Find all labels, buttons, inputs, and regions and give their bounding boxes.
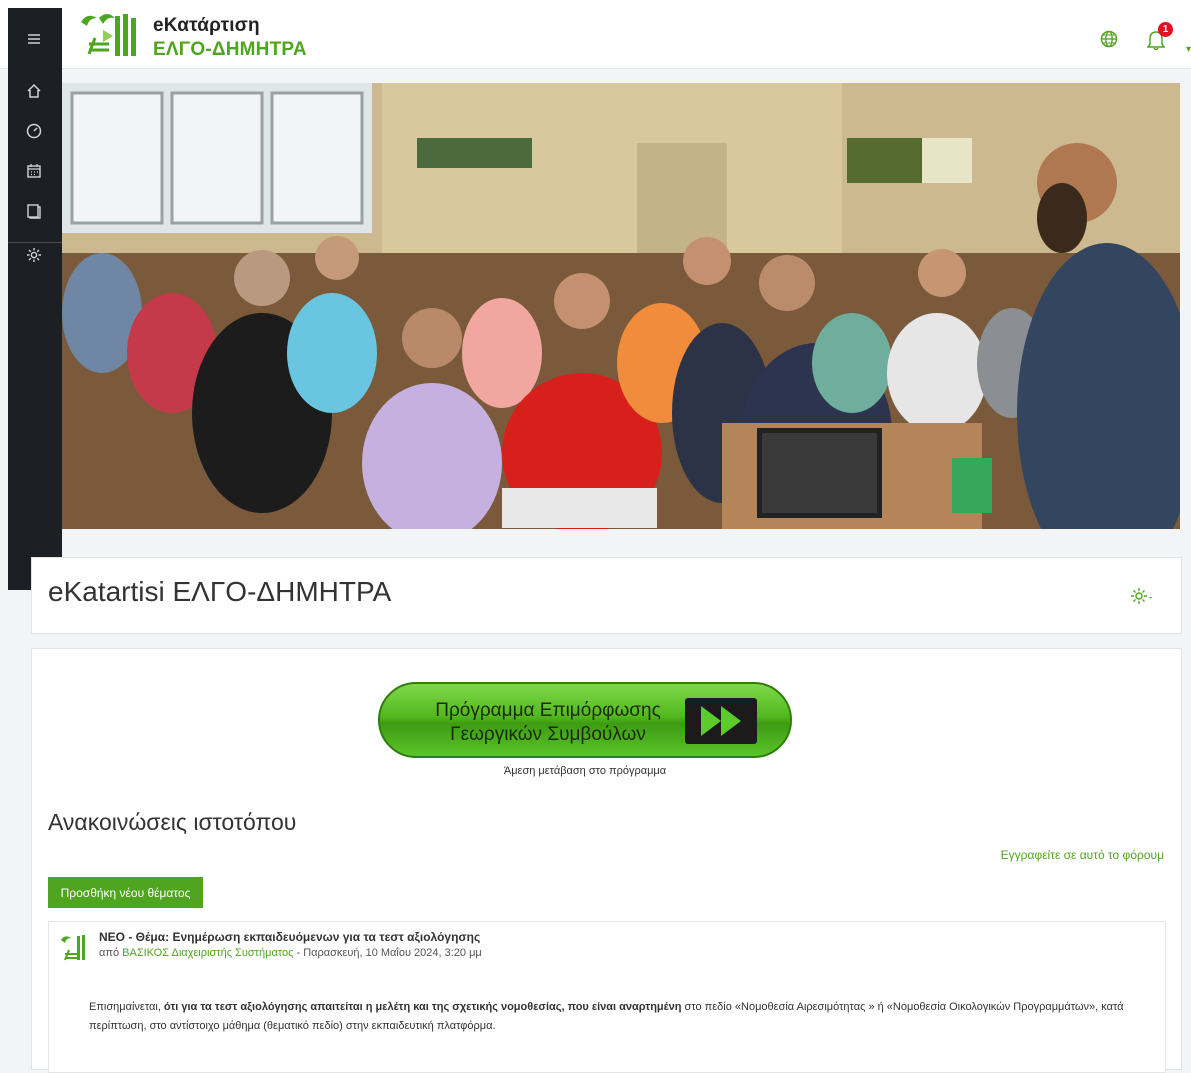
add-new-topic-button[interactable]: Προσθήκη νέου θέματος <box>48 877 203 908</box>
post-by-prefix: από <box>99 947 120 959</box>
program-banner-line2: Γεωργικών Συμβούλων <box>450 724 646 745</box>
dashboard-icon[interactable] <box>25 122 43 140</box>
post-author-link[interactable]: ΒΑΣΙΚΟΣ Διαχειριστής Συστήματος <box>122 947 293 959</box>
program-banner-line1: Πρόγραμμα Επιμόρφωσης <box>435 700 661 721</box>
post-body: Επισημαίνεται, ότι για τα τεστ αξιολόγησ… <box>89 998 1149 1036</box>
top-navbar: eΚατάρτιση ΕΛΓΟ-ΔΗΜΗΤΡΑ 1 ▾ <box>0 0 1191 69</box>
notification-badge: 1 <box>1158 22 1173 37</box>
author-avatar[interactable] <box>57 930 93 966</box>
hero-photo <box>62 83 1180 529</box>
main-content-card: Πρόγραμμα Επιμόρφωσης Γεωργικών Συμβούλω… <box>31 648 1182 1073</box>
page-header-card: eKatartisi ΕΛΓΟ-ΔΗΜΗΤΡΑ <box>31 557 1182 634</box>
drawer-divider <box>8 242 62 243</box>
post-body-lead: Επισημαίνεται, <box>89 1001 161 1013</box>
home-icon[interactable] <box>25 82 43 100</box>
settings-gear-icon[interactable] <box>1130 586 1152 606</box>
forum-post: ΝΕΟ - Θέμα: Ενημέρωση εκπαιδευόμενων για… <box>48 921 1166 1073</box>
program-banner-button[interactable]: Πρόγραμμα Επιμόρφωσης Γεωργικών Συμβούλω… <box>378 682 796 760</box>
logo-mark-icon <box>81 14 136 56</box>
courses-icon[interactable] <box>25 202 43 220</box>
side-drawer <box>8 8 62 590</box>
calendar-icon[interactable] <box>25 162 43 180</box>
logo-subtitle: ΕΛΓΟ-ΔΗΜΗΤΡΑ <box>153 39 307 60</box>
post-subject: ΝΕΟ - Θέμα: Ενημέρωση εκπαιδευόμενων για… <box>99 930 481 944</box>
post-byline: από ΒΑΣΙΚΟΣ Διαχειριστής Συστήματος - Πα… <box>99 947 482 959</box>
settings-icon[interactable] <box>25 246 43 264</box>
user-menu-edge[interactable]: ▾ <box>1186 44 1191 55</box>
site-logo[interactable]: eΚατάρτιση ΕΛΓΟ-ΔΗΜΗΤΡΑ <box>75 8 325 60</box>
fast-forward-icon <box>685 698 757 744</box>
logo-title: eΚατάρτιση <box>153 15 260 36</box>
menu-icon[interactable] <box>25 30 43 48</box>
globe-icon[interactable] <box>1100 30 1118 48</box>
post-date-separator: - <box>293 947 304 959</box>
post-date: Παρασκευή, 10 Μαΐου 2024, 3:20 μμ <box>303 947 482 959</box>
site-news-heading: Ανακοινώσεις ιστοτόπου <box>48 809 297 835</box>
post-body-emphasis: ότι για τα τεστ αξιολόγησης απαιτείται η… <box>160 1001 682 1013</box>
hero-image <box>62 83 1180 529</box>
page-title: eKatartisi ΕΛΓΟ-ΔΗΜΗΤΡΑ <box>48 576 392 607</box>
program-banner-caption: Άμεση μετάβαση στο πρόγραμμα <box>503 765 667 777</box>
subscribe-forum-link[interactable]: Εγγραφείτε σε αυτό το φόρουμ <box>1001 848 1164 862</box>
